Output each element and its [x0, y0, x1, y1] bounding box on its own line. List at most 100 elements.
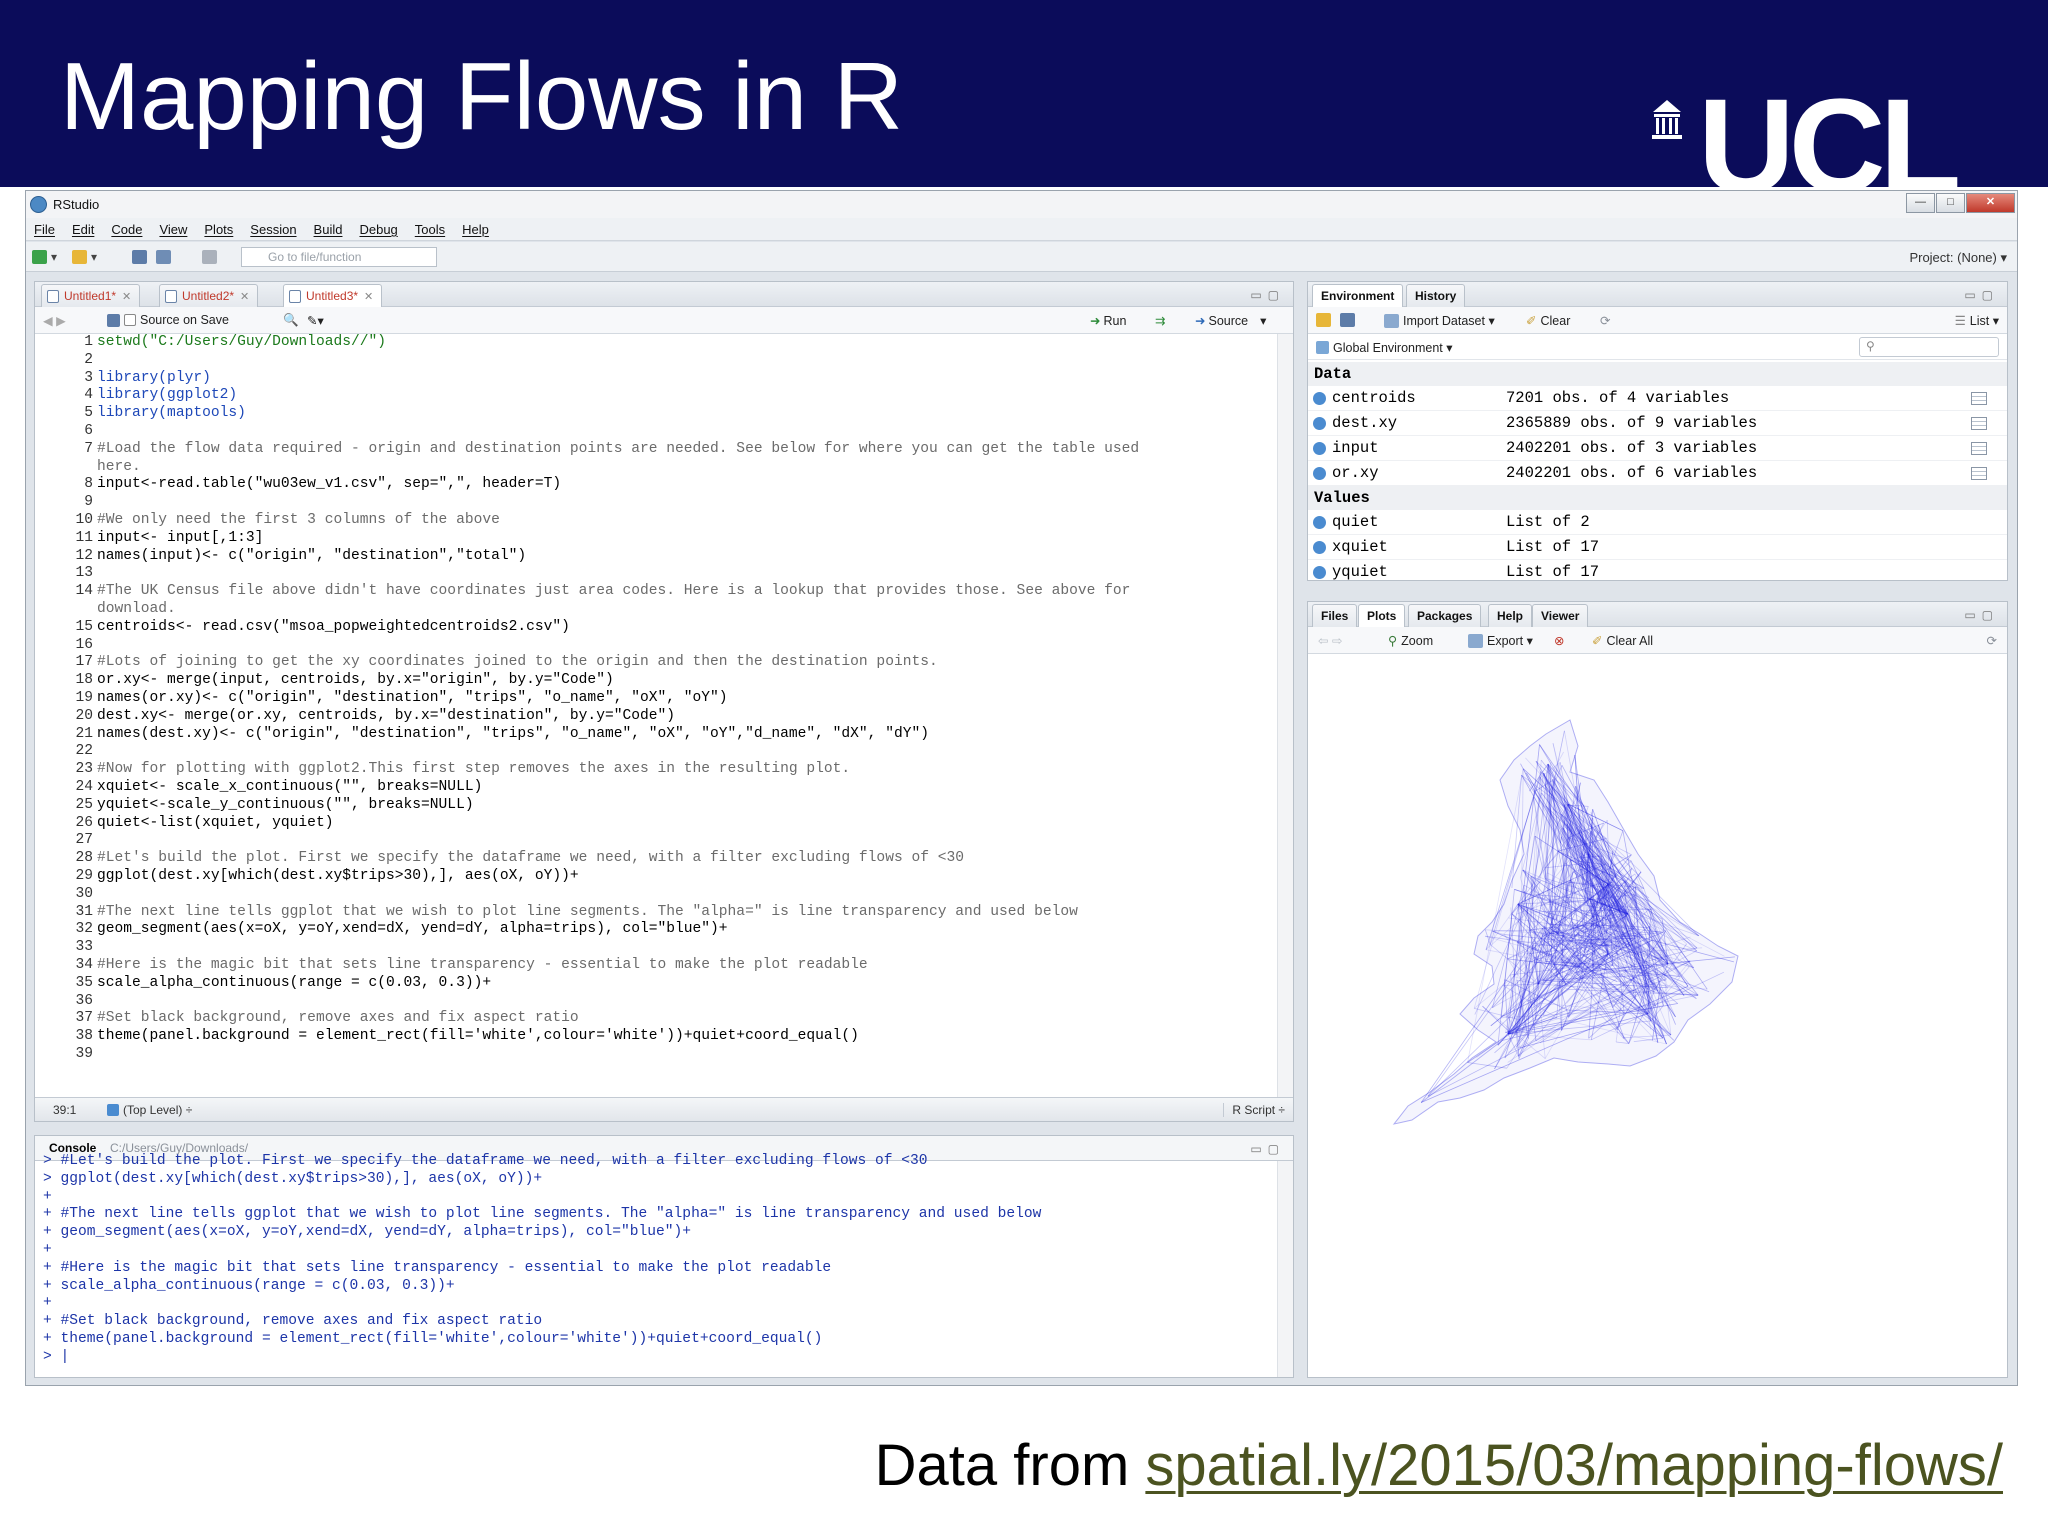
run-arrow-icon: ➜ [1090, 314, 1101, 328]
tab-packages[interactable]: Packages [1408, 604, 1482, 627]
source-on-save-label: Source on Save [140, 313, 229, 327]
menu-help[interactable]: Help [462, 218, 489, 240]
source-link[interactable]: spatial.ly/2015/03/mapping-flows/ [1145, 1433, 2003, 1498]
tab-environment[interactable]: Environment [1312, 284, 1404, 308]
nav-back-icon[interactable]: ◀ ▶ [43, 313, 66, 328]
view-table-icon[interactable] [1971, 392, 1987, 405]
menu-debug[interactable]: Debug [359, 218, 397, 240]
clear-label: Clear [1540, 313, 1571, 328]
tab-untitled3[interactable]: Untitled3* ✕ [283, 284, 383, 308]
code-line: library(ggplot2) [97, 387, 238, 404]
environment-scope-bar: Global Environment ▾ ⚲ [1308, 334, 2007, 360]
refresh-plot-button[interactable]: ⟳ [1987, 633, 1997, 648]
close-tab-icon[interactable]: ✕ [240, 291, 249, 303]
menu-code[interactable]: Code [111, 218, 142, 240]
project-menu[interactable]: Project: (None) ▾ [1909, 250, 2007, 266]
console-scrollbar[interactable] [1277, 1161, 1293, 1377]
pane-window-controls[interactable]: ▭▢ [1250, 288, 1285, 302]
clear-workspace-button[interactable]: ✐ Clear [1526, 313, 1571, 329]
env-row-yquiet[interactable]: yquiet List of 17 [1308, 560, 2007, 580]
line-number: 8 [84, 476, 93, 493]
source-on-save-checkbox[interactable]: Source on Save [107, 313, 229, 327]
scope-selector[interactable]: (Top Level) ÷ [107, 1103, 192, 1117]
import-dataset-button[interactable]: Import Dataset ▾ [1384, 313, 1495, 328]
run-button[interactable]: ➜ Run [1090, 313, 1126, 329]
tab-untitled1[interactable]: Untitled1* ✕ [41, 284, 141, 307]
code-editor[interactable]: 1 2 3 4 5 6 7 8 9 10 11 12 13 14 15 16 1… [35, 334, 1293, 1104]
plot-nav-arrows[interactable]: ⇦ ⇨ [1318, 633, 1342, 648]
search-button[interactable]: 🔍 [283, 313, 299, 328]
source-arrow-icon: ➜ [1195, 314, 1206, 328]
tab-files[interactable]: Files [1312, 604, 1358, 627]
env-row-input[interactable]: input 2402201 obs. of 3 variables [1308, 436, 2007, 461]
save-icon [1340, 313, 1355, 327]
menu-file[interactable]: File [34, 218, 55, 240]
view-table-icon[interactable] [1971, 467, 1987, 480]
pane-window-controls[interactable]: ▭▢ [1964, 608, 1999, 622]
load-workspace-button[interactable] [1316, 313, 1335, 327]
refresh-button[interactable]: ⟳ [1600, 313, 1610, 328]
code-tools-button[interactable]: ✎▾ [307, 313, 324, 328]
global-environment-selector[interactable]: Global Environment ▾ [1316, 340, 1453, 355]
close-tab-icon[interactable]: ✕ [364, 291, 373, 303]
menu-view[interactable]: View [159, 218, 187, 240]
save-button[interactable] [132, 247, 151, 266]
code-line: #Lots of joining to get the xy coordinat… [97, 654, 938, 671]
console-output[interactable]: > #Let's build the plot. First we specif… [35, 1153, 1293, 1377]
tab-help[interactable]: Help [1488, 604, 1533, 627]
file-type-selector[interactable]: R Script ÷ [1223, 1103, 1285, 1117]
minimize-button[interactable]: — [1906, 193, 1935, 213]
menu-build[interactable]: Build [314, 218, 343, 240]
close-tab-icon[interactable]: ✕ [122, 291, 131, 303]
new-file-button[interactable]: ▾ [32, 247, 57, 266]
expand-icon[interactable] [1313, 566, 1326, 579]
close-button[interactable]: ✕ [1966, 193, 2015, 213]
view-table-icon[interactable] [1971, 417, 1987, 430]
menu-session[interactable]: Session [250, 218, 296, 240]
pane-window-controls[interactable]: ▭▢ [1250, 1142, 1285, 1156]
r-file-icon [289, 290, 301, 303]
console-line: > ggplot(dest.xy[which(dest.xy$trips>30)… [43, 1170, 543, 1187]
expand-icon[interactable] [1313, 417, 1326, 430]
tab-untitled2[interactable]: Untitled2* ✕ [159, 284, 259, 307]
clear-all-button[interactable]: ✐ Clear All [1592, 633, 1653, 649]
caption-prefix: Data from [874, 1433, 1146, 1498]
line-number: 32 [75, 921, 93, 938]
environment-search-input[interactable]: ⚲ [1859, 337, 1999, 357]
list-view-toggle[interactable]: ☰ List ▾ [1955, 313, 1999, 328]
refresh-icon: ⟳ [1986, 634, 1997, 648]
tab-plots[interactable]: Plots [1358, 604, 1406, 628]
env-row-dest-xy[interactable]: dest.xy 2365889 obs. of 9 variables [1308, 411, 2007, 436]
open-file-button[interactable]: ▾ [72, 247, 97, 266]
env-row-xquiet[interactable]: xquiet List of 17 [1308, 535, 2007, 560]
expand-icon[interactable] [1313, 392, 1326, 405]
view-table-icon[interactable] [1971, 442, 1987, 455]
expand-icon[interactable] [1313, 467, 1326, 480]
source-button[interactable]: ➜ Source ▾ [1195, 313, 1266, 329]
menu-tools[interactable]: Tools [415, 218, 445, 240]
pane-window-controls[interactable]: ▭▢ [1964, 288, 1999, 302]
menu-bar: File Edit Code View Plots Session Build … [26, 218, 2017, 241]
line-number: 16 [75, 636, 93, 653]
rerun-button[interactable]: ⇉ [1155, 313, 1165, 328]
expand-icon[interactable] [1313, 541, 1326, 554]
export-button[interactable]: Export ▾ [1468, 633, 1533, 648]
tab-viewer[interactable]: Viewer [1532, 604, 1589, 627]
env-row-quiet[interactable]: quiet List of 2 [1308, 510, 2007, 535]
zoom-button[interactable]: ⚲ Zoom [1388, 633, 1433, 649]
maximize-button[interactable]: □ [1936, 193, 1965, 213]
goto-file-input[interactable]: Go to file/function [241, 247, 437, 267]
editor-scrollbar[interactable] [1277, 334, 1293, 1109]
menu-edit[interactable]: Edit [72, 218, 94, 240]
code-line: #Set black background, remove axes and f… [97, 1010, 579, 1027]
menu-plots[interactable]: Plots [204, 218, 233, 240]
remove-plot-button[interactable]: ⊗ [1554, 633, 1564, 648]
save-all-button[interactable] [156, 247, 175, 266]
env-row-centroids[interactable]: centroids 7201 obs. of 4 variables [1308, 386, 2007, 411]
env-row-or-xy[interactable]: or.xy 2402201 obs. of 6 variables [1308, 461, 2007, 486]
expand-icon[interactable] [1313, 442, 1326, 455]
print-button[interactable] [202, 247, 221, 266]
tab-history[interactable]: History [1406, 284, 1466, 307]
save-workspace-button[interactable] [1340, 313, 1359, 327]
expand-icon[interactable] [1313, 516, 1326, 529]
